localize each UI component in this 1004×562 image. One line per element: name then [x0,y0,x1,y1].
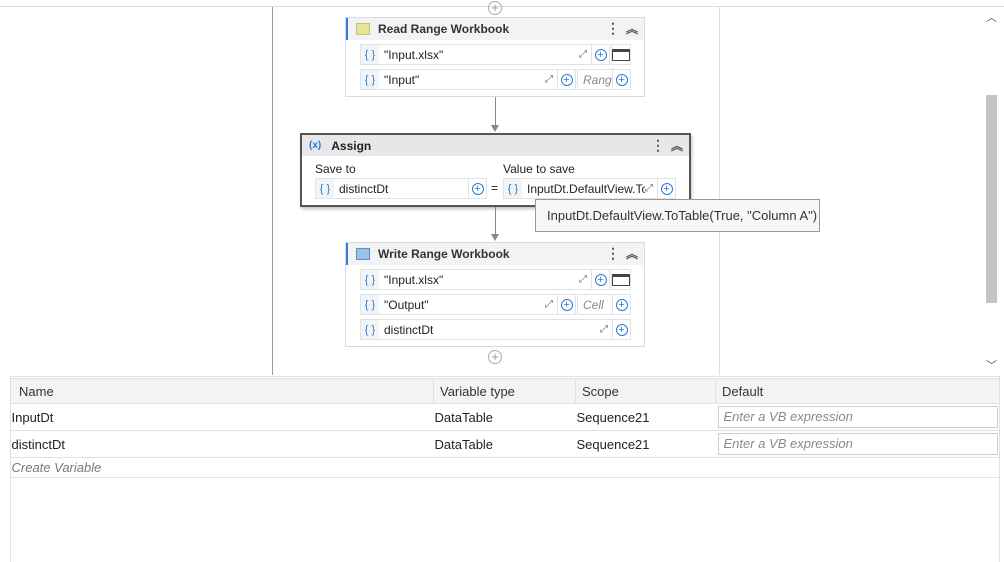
braces-icon: { } [361,320,379,339]
braces-icon: { } [504,179,522,198]
connector-arrow [491,207,499,241]
sequence-left-border [272,7,273,375]
activity-title: Write Range Workbook [378,247,510,261]
more-options-icon[interactable]: ⋮ [606,20,620,37]
create-variable-button[interactable]: Create Variable [10,457,1000,478]
variables-table: Name Variable type Scope Default InputDt… [10,378,1000,478]
plus-button[interactable]: + [591,45,609,64]
variable-type[interactable]: DataTable [433,430,576,458]
column-header-variable-type[interactable]: Variable type [433,378,576,404]
field-value: distinctDt [339,181,389,196]
braces-icon: { } [316,179,334,198]
sheet-name-field[interactable]: { } "Input" ⤢ + [360,69,576,90]
plus-button[interactable]: + [657,179,675,198]
value-to-save-field[interactable]: { } InputDt.DefaultView.To ⤢ + [503,178,676,199]
field-value: "Output" [384,297,429,312]
column-header-scope[interactable]: Scope [575,378,716,404]
table-header-row: Name Variable type Scope Default [10,378,1000,404]
plus-button[interactable]: + [612,320,630,339]
expand-icon[interactable]: ⤢ [579,274,591,285]
braces-icon: { } [361,295,379,314]
collapse-icon[interactable]: ︽ [626,245,638,262]
more-options-icon[interactable]: ⋮ [651,137,665,154]
browse-folder-button[interactable] [611,269,631,290]
collapse-icon[interactable]: ︽ [671,137,683,154]
variable-scope[interactable]: Sequence21 [575,403,716,431]
field-value: InputDt.DefaultView.To [527,181,645,196]
field-value: "Input" [384,72,420,87]
variable-type[interactable]: DataTable [433,403,576,431]
connector-arrow [491,97,499,132]
expand-icon[interactable]: ⤢ [545,74,557,85]
add-activity-bottom-icon[interactable]: + [488,350,502,364]
expand-icon[interactable]: ⤢ [579,49,591,60]
scroll-up-icon[interactable]: ︿ [986,9,997,25]
default-input[interactable]: Enter a VB expression [717,406,998,428]
plus-button[interactable]: + [612,295,630,314]
equals-sign: = [491,181,499,195]
plus-button[interactable]: + [557,295,575,314]
plus-button[interactable]: + [612,70,630,89]
workbook-path-field[interactable]: { } "Input.xlsx" ⤢ + [360,269,610,290]
range-placeholder: Range [583,72,612,87]
collapse-icon[interactable]: ︽ [626,20,638,37]
assign-icon: (x) [309,140,322,151]
expand-icon[interactable]: ⤢ [600,324,612,335]
expression-tooltip: InputDt.DefaultView.ToTable(True, "Colum… [535,199,820,232]
folder-icon [612,273,630,286]
table-row[interactable]: InputDt DataTable Sequence21 Enter a VB … [10,403,1000,431]
cell-field[interactable]: Cell + [577,294,631,315]
more-options-icon[interactable]: ⋮ [606,245,620,262]
cell-placeholder: Cell [583,297,604,312]
value-to-save-label: Value to save [503,162,575,176]
write-range-icon [356,248,370,260]
scrollbar-thumb[interactable] [986,95,997,303]
workbook-path-field[interactable]: { } "Input.xlsx" ⤢ + [360,44,610,65]
range-field[interactable]: Range+ [577,69,631,90]
variable-name[interactable]: InputDt [10,403,434,431]
column-header-default[interactable]: Default [715,378,1000,404]
column-header-name[interactable]: Name [10,378,434,404]
plus-button[interactable]: + [591,270,609,289]
plus-button[interactable]: + [468,179,486,198]
vertical-scrollbar[interactable]: ︿ ﹀ [983,7,1000,375]
field-value: distinctDt [384,322,434,337]
field-value: "Input.xlsx" [384,272,444,287]
expand-icon[interactable]: ⤢ [545,299,557,310]
plus-button[interactable]: + [557,70,575,89]
folder-icon [612,48,630,61]
save-to-label: Save to [315,162,356,176]
activity-title: Assign [331,138,372,153]
variable-name[interactable]: distinctDt [10,430,434,458]
braces-icon: { } [361,70,379,89]
save-to-field[interactable]: { } distinctDt + [315,178,487,199]
default-input[interactable]: Enter a VB expression [717,433,998,455]
read-range-icon [356,23,370,35]
sheet-name-field[interactable]: { } "Output" ⤢ + [360,294,576,315]
datatable-field[interactable]: { } distinctDt ⤢ + [360,319,631,340]
braces-icon: { } [361,270,379,289]
canvas-top-border [0,6,1004,7]
browse-folder-button[interactable] [611,44,631,65]
field-value: "Input.xlsx" [384,47,444,62]
variable-scope[interactable]: Sequence21 [575,430,716,458]
table-row[interactable]: distinctDt DataTable Sequence21 Enter a … [10,430,1000,458]
expand-icon[interactable]: ⤢ [645,183,657,194]
braces-icon: { } [361,45,379,64]
scroll-down-icon[interactable]: ﹀ [986,357,997,373]
activity-title: Read Range Workbook [378,22,510,36]
sequence-right-border [719,7,720,375]
add-activity-top-icon[interactable]: + [488,1,502,15]
